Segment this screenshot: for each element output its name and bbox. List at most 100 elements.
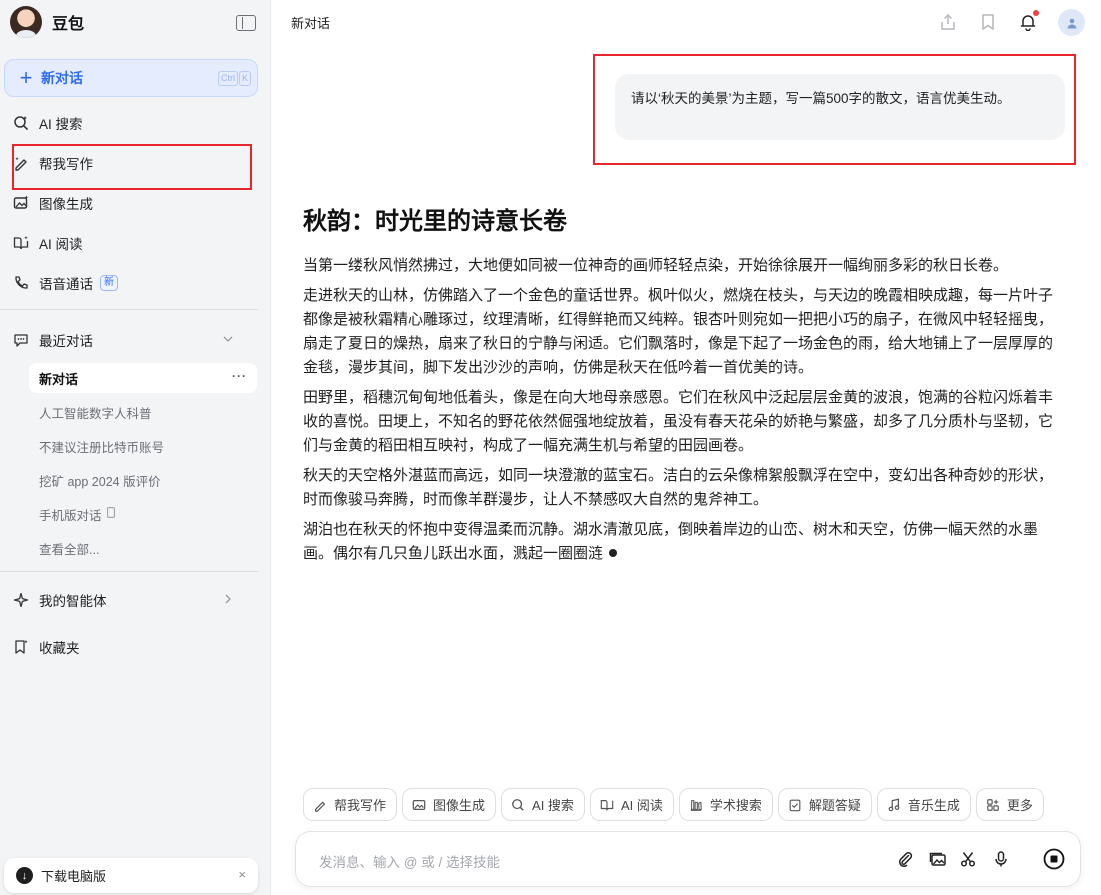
grid-icon xyxy=(985,797,1001,813)
recent-chat-item[interactable]: 手机版对话 xyxy=(29,499,257,529)
page-title: 新对话 xyxy=(291,16,331,31)
ai-search-icon xyxy=(510,797,526,813)
skill-ai-read-button[interactable]: AI 阅读 xyxy=(589,788,674,821)
view-all-chats-link[interactable]: 查看全部... xyxy=(29,533,257,563)
download-desktop-banner[interactable]: ↓ 下载电脑版 × xyxy=(4,858,258,893)
recent-chat-label: 人工智能数字人科普 xyxy=(39,406,152,421)
shortcut-key-k: K xyxy=(238,71,251,86)
new-badge: 新 xyxy=(100,275,118,291)
sidebar-item-label: AI 搜索 xyxy=(39,117,83,132)
skill-label: 帮我写作 xyxy=(334,798,387,813)
brand[interactable]: 豆包 xyxy=(10,6,84,38)
bookmark-icon xyxy=(12,638,30,656)
sidebar-item-label: 我的智能体 xyxy=(39,594,107,609)
skill-image-button[interactable]: 图像生成 xyxy=(402,788,497,821)
skill-label: 更多 xyxy=(1006,798,1033,813)
library-icon xyxy=(688,797,704,813)
skill-label: 学术搜索 xyxy=(709,798,762,813)
notification-dot xyxy=(1033,10,1039,16)
recent-chat-item[interactable]: 挖矿 app 2024 版评价 xyxy=(29,465,257,495)
shortcut-hint: Ctrl K xyxy=(217,71,251,86)
image-icon xyxy=(411,797,427,813)
answer-paragraph-text: 湖泊也在秋天的怀抱中变得温柔而沉静。湖水清澈见底，倒映着岸边的山峦、树木和天空，… xyxy=(303,521,1039,562)
skill-write-button[interactable]: 帮我写作 xyxy=(303,788,398,821)
sidebar-item-favorites[interactable]: 收藏夹 xyxy=(12,635,80,659)
skill-music-button[interactable]: 音乐生成 xyxy=(876,788,971,821)
message-input[interactable]: 发消息、输入 @ 或 / 选择技能 xyxy=(295,831,1081,887)
chevron-down-icon xyxy=(222,332,234,350)
doubao-avatar xyxy=(10,6,42,38)
pen-icon xyxy=(12,154,30,172)
mobile-phone-icon xyxy=(106,507,115,521)
image-upload-icon[interactable] xyxy=(927,848,949,870)
answer-paragraph: 当第一缕秋风悄然拂过，大地便如同被一位神奇的画师轻轻点染，开始徐徐展开一幅绚丽多… xyxy=(303,257,1009,274)
bookmark-add-icon[interactable] xyxy=(977,11,999,33)
answer-paragraph: 田野里，稻穗沉甸甸地低着头，像是在向大地母亲感恩。它们在秋风中泛起层层金黄的波浪… xyxy=(303,389,1054,454)
typing-indicator xyxy=(609,549,618,557)
recent-chats-header[interactable]: 最近对话 xyxy=(12,328,258,352)
skill-label: 解题答疑 xyxy=(808,798,861,813)
download-label: 下载电脑版 xyxy=(41,869,107,884)
new-chat-button[interactable]: + 新对话 Ctrl K xyxy=(4,59,258,97)
skill-bar: 帮我写作 图像生成 AI 搜索 AI 阅读 学术搜索 解题答疑 音乐生成 更多 xyxy=(303,788,1044,821)
input-placeholder: 发消息、输入 @ 或 / 选择技能 xyxy=(319,855,500,870)
sidebar-divider xyxy=(0,309,258,310)
recent-chat-item-active[interactable]: 新对话 ··· xyxy=(29,363,257,393)
recent-chat-label: 手机版对话 xyxy=(39,508,102,523)
clipboard-check-icon xyxy=(787,797,803,813)
plus-icon: + xyxy=(19,65,33,90)
ai-search-icon xyxy=(12,114,30,132)
answer-paragraph: 秋天的天空格外湛蓝而高远，如同一块澄澈的蓝宝石。洁白的云朵像棉絮般飘浮在空中，变… xyxy=(303,467,1054,508)
recent-chat-item[interactable]: 不建议注册比特币账号 xyxy=(29,431,257,461)
recent-chat-label: 不建议注册比特币账号 xyxy=(39,440,165,455)
sidebar-item-voice-call[interactable]: 语音通话 新 xyxy=(12,271,118,295)
more-options-icon[interactable]: ··· xyxy=(232,369,247,383)
close-icon[interactable]: × xyxy=(238,867,246,882)
sidebar-item-image-gen[interactable]: 图像生成 xyxy=(12,191,93,215)
recent-chat-label: 挖矿 app 2024 版评价 xyxy=(39,474,161,489)
skill-label: AI 搜索 xyxy=(532,798,574,813)
book-icon xyxy=(12,234,30,252)
answer-paragraph: 走进秋天的山林，仿佛踏入了一个金色的童话世界。枫叶似火，燃烧在枝头，与天边的晚霞… xyxy=(303,287,1054,376)
paperclip-icon[interactable] xyxy=(894,848,916,870)
stop-generating-button[interactable] xyxy=(1042,847,1066,871)
skill-label: 图像生成 xyxy=(433,798,486,813)
download-icon: ↓ xyxy=(16,867,33,884)
sidebar-item-my-agents[interactable]: 我的智能体 xyxy=(12,588,258,612)
new-chat-label: 新对话 xyxy=(41,70,83,86)
recent-chat-item[interactable]: 人工智能数字人科普 xyxy=(29,397,257,427)
sidebar-divider xyxy=(0,571,258,572)
share-icon[interactable] xyxy=(937,11,959,33)
pen-icon xyxy=(312,797,328,813)
brand-name: 豆包 xyxy=(52,16,85,33)
recent-chats-title: 最近对话 xyxy=(39,334,93,349)
sidebar-collapse-icon[interactable] xyxy=(236,15,256,31)
view-all-label: 查看全部... xyxy=(39,542,100,557)
chat-bubble-icon xyxy=(12,331,30,349)
user-avatar[interactable] xyxy=(1058,9,1085,36)
sidebar-item-write[interactable]: 帮我写作 xyxy=(12,151,93,175)
sidebar-item-label: 收藏夹 xyxy=(39,641,80,656)
answer-title: 秋韵：时光里的诗意长卷 xyxy=(303,208,567,235)
phone-icon xyxy=(12,274,30,292)
microphone-icon[interactable] xyxy=(990,848,1012,870)
skill-solve-button[interactable]: 解题答疑 xyxy=(777,788,872,821)
sidebar-item-ai-search[interactable]: AI 搜索 xyxy=(12,111,83,135)
bell-icon[interactable] xyxy=(1017,10,1039,33)
sidebar: 豆包 + 新对话 Ctrl K AI 搜索 帮我写作 图像生成 AI 阅读 语音… xyxy=(0,0,271,895)
sidebar-item-ai-read[interactable]: AI 阅读 xyxy=(12,231,83,255)
shortcut-key-ctrl: Ctrl xyxy=(217,71,238,86)
sparkle-icon xyxy=(12,591,30,609)
skill-more-button[interactable]: 更多 xyxy=(975,788,1044,821)
skill-label: 音乐生成 xyxy=(907,798,960,813)
chevron-right-icon xyxy=(222,592,234,610)
scissors-icon[interactable] xyxy=(957,848,979,870)
skill-academic-search-button[interactable]: 学术搜索 xyxy=(678,788,773,821)
book-icon xyxy=(599,797,615,813)
image-icon xyxy=(12,194,30,212)
user-message-bubble: 请以‘秋天的美景’为主题，写一篇500字的散文，语言优美生动。 xyxy=(615,74,1065,140)
sidebar-item-label: 语音通话 xyxy=(39,277,93,292)
music-note-icon xyxy=(886,797,902,813)
sidebar-item-label: 帮我写作 xyxy=(39,157,93,172)
skill-ai-search-button[interactable]: AI 搜索 xyxy=(501,788,585,821)
